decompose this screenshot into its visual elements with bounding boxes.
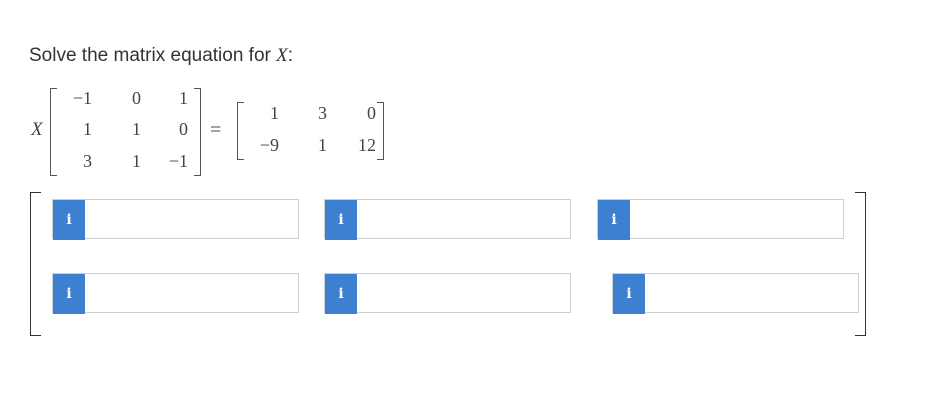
answer-entry-r1c3: i <box>597 199 844 240</box>
answer-entry-r2c1: i <box>52 273 299 314</box>
left-matrix-cell: 1 <box>132 119 141 139</box>
right-matrix-cell: 12 <box>358 135 376 155</box>
left-matrix-cell: −1 <box>168 151 188 171</box>
info-icon[interactable]: i <box>598 200 630 240</box>
prompt-text: Solve the matrix equation for <box>29 45 277 66</box>
answer-input-r1c3[interactable] <box>631 200 843 238</box>
right-matrix-cell: −9 <box>259 135 279 155</box>
question-prompt: Solve the matrix equation for X: <box>29 45 293 67</box>
answer-input-r1c2[interactable] <box>358 200 570 238</box>
left-matrix-cell: 0 <box>132 88 141 108</box>
right-matrix-close-bracket <box>377 102 384 160</box>
info-icon[interactable]: i <box>53 274 85 314</box>
info-icon[interactable]: i <box>325 200 357 240</box>
right-matrix-cell: 3 <box>318 103 327 123</box>
equals-sign: = <box>210 119 222 141</box>
left-matrix-cell: 1 <box>83 119 92 139</box>
right-matrix-cell: 0 <box>367 103 376 123</box>
left-matrix-cell: 1 <box>179 88 188 108</box>
left-matrix-cell: 0 <box>179 119 188 139</box>
answer-close-bracket <box>855 192 866 336</box>
right-matrix-cell: 1 <box>270 103 279 123</box>
answer-entry-r1c1: i <box>52 199 299 240</box>
prompt-variable: X <box>276 45 288 66</box>
answer-entry-r2c3: i <box>612 273 859 314</box>
left-matrix-cell: −1 <box>72 88 92 108</box>
left-matrix-cell: 1 <box>132 151 141 171</box>
left-matrix-cell: 3 <box>83 151 92 171</box>
info-icon[interactable]: i <box>53 200 85 240</box>
answer-entry-r1c2: i <box>324 199 571 240</box>
right-matrix-cell: 1 <box>318 135 327 155</box>
answer-input-r2c3[interactable] <box>646 274 858 312</box>
answer-input-r2c1[interactable] <box>86 274 298 312</box>
answer-input-r1c1[interactable] <box>86 200 298 238</box>
answer-open-bracket <box>30 192 41 336</box>
answer-input-r2c2[interactable] <box>358 274 570 312</box>
info-icon[interactable]: i <box>325 274 357 314</box>
equation-variable: X <box>31 119 43 140</box>
info-icon[interactable]: i <box>613 274 645 314</box>
prompt-suffix: : <box>287 45 294 66</box>
answer-entry-r2c2: i <box>324 273 571 314</box>
left-matrix-close-bracket <box>194 88 201 176</box>
